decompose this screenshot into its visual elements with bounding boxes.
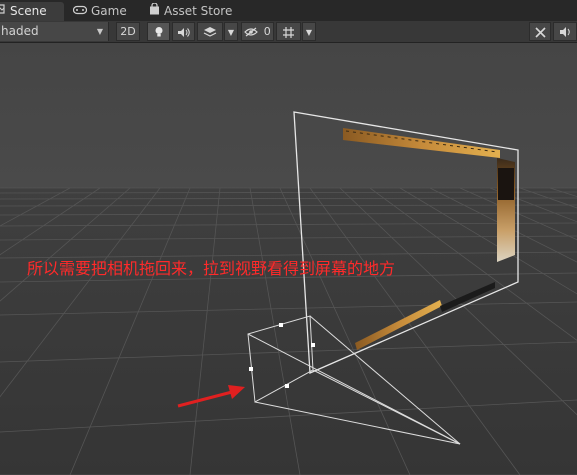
layers-icon <box>203 25 217 38</box>
tab-asset-store[interactable]: Asset Store <box>149 2 244 21</box>
scene-toolbar: haded ▼ 2D ▼ 0 ▼ <box>0 21 577 43</box>
grid-toggle-button[interactable] <box>276 22 301 41</box>
chevron-down-icon: ▼ <box>227 28 235 37</box>
sound-toggle-icon <box>559 25 572 38</box>
tab-scene-label: Scene <box>10 4 47 18</box>
grid-dropdown-button[interactable]: ▼ <box>302 22 316 41</box>
lighting-toggle-button[interactable] <box>147 22 170 41</box>
gamepad-icon <box>72 2 88 21</box>
draw-mode-label: haded <box>1 24 39 38</box>
hidden-objects-button[interactable]: 0 <box>241 22 274 41</box>
tab-game-label: Game <box>91 4 127 18</box>
2d-toggle-label: 2D <box>120 25 136 38</box>
tab-game[interactable]: Game <box>72 2 133 21</box>
grid-icon <box>282 25 295 38</box>
hidden-count: 0 <box>263 25 271 38</box>
2d-toggle-button[interactable]: 2D <box>116 22 140 41</box>
gizmo-tools-button[interactable] <box>529 22 551 41</box>
scene-icon <box>0 2 6 21</box>
gizmos-toggle-button[interactable] <box>553 22 577 41</box>
tab-bar: Scene Game Asset Store <box>0 0 577 22</box>
eye-hidden-icon <box>244 25 262 38</box>
annotation-text: 所以需要把相机拖回来，拉到视野看得到屏幕的地方 <box>27 259 396 278</box>
effects-dropdown-button[interactable]: ▼ <box>224 22 238 41</box>
tools-icon <box>534 25 547 38</box>
tab-asset-store-label: Asset Store <box>164 4 233 18</box>
unity-scene-window: Scene Game Asset Store haded ▼ 2D ▼ 0 ▼ … <box>0 0 577 475</box>
store-bag-icon <box>149 2 160 21</box>
chevron-down-icon: ▼ <box>96 27 103 36</box>
chevron-down-icon: ▼ <box>305 28 313 37</box>
speaker-icon <box>177 25 191 38</box>
draw-mode-dropdown[interactable]: haded ▼ <box>0 22 109 41</box>
audio-toggle-button[interactable] <box>172 22 195 41</box>
lightbulb-icon <box>154 25 164 38</box>
sky <box>0 43 577 188</box>
effects-toggle-button[interactable] <box>197 22 223 41</box>
right-ui-dark <box>498 168 514 200</box>
scene-viewport[interactable]: 所以需要把相机拖回来，拉到视野看得到屏幕的地方 <box>0 43 577 475</box>
tab-scene[interactable]: Scene <box>0 2 64 21</box>
